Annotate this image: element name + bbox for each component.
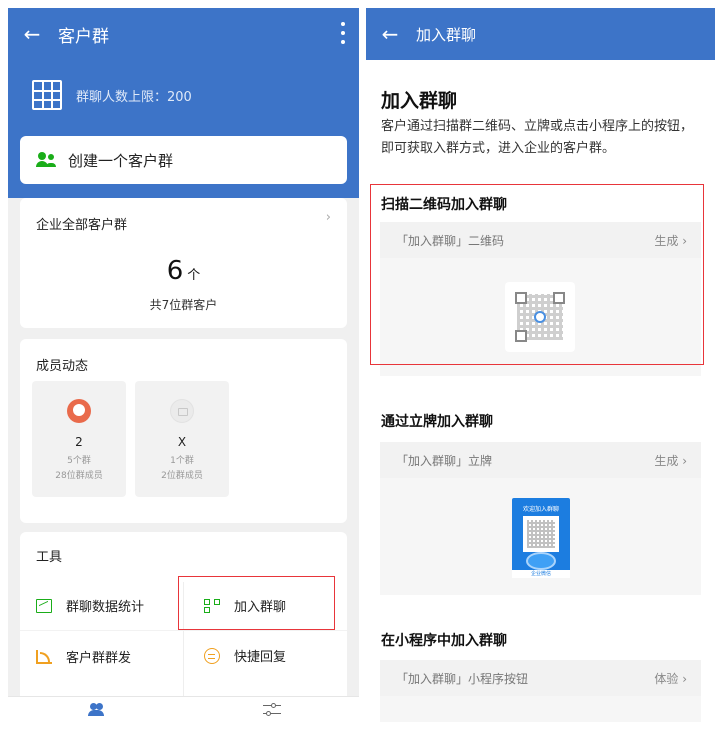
divider — [20, 630, 347, 631]
member-group-count: 1个群 — [170, 456, 194, 466]
people-icon — [36, 152, 58, 168]
member-card[interactable]: X 1个群 2位群成员 — [135, 381, 229, 497]
more-options-icon[interactable] — [341, 22, 345, 44]
panel-label: 「加入群聊」立牌 — [396, 453, 493, 468]
tool-label: 客户群群发 — [66, 651, 132, 666]
qrcode-icon — [523, 516, 559, 552]
top-bar: ← 加入群聊 — [366, 8, 715, 60]
chart-icon — [36, 598, 52, 613]
avatar — [170, 399, 194, 423]
page-description: 客户通过扫描群二维码、立牌或点击小程序上的按钮，即可获取入群方式，进入企业的客户… — [381, 119, 694, 156]
screenshot-composite: ← 客户群 群聊人数上限：200 创建一个客户群 企业全部客户群 › 6个 共7… — [0, 0, 723, 731]
group-count: 6个 — [20, 256, 347, 286]
tool-group-broadcast[interactable]: 客户群群发 — [36, 647, 131, 666]
page-title: 客户群 — [58, 26, 109, 47]
generate-link[interactable]: 生成 › — [654, 452, 687, 469]
chat-bubble-icon — [526, 552, 556, 570]
join-group-screen: ← 加入群聊 加入群聊 客户通过扫描群二维码、立牌或点击小程序上的按钮，即可获取… — [366, 8, 715, 722]
member-activity-title: 成员动态 — [36, 359, 89, 374]
standee-panel: 「加入群聊」立牌 生成 › 欢迎加入群聊 企业微信 — [380, 442, 701, 595]
try-link[interactable]: 体验 › — [654, 670, 687, 687]
miniprogram-panel: 「加入群聊」小程序按钮 体验 › — [380, 660, 701, 722]
member-member-count: 2位群成员 — [161, 471, 203, 481]
page-heading: 加入群聊 — [381, 90, 458, 112]
all-groups-title: 企业全部客户群 — [36, 218, 128, 233]
group-limit-text: 群聊人数上限：200 — [76, 89, 192, 105]
avatar — [67, 399, 91, 423]
tab-bar — [8, 696, 359, 722]
customer-groups-screen: ← 客户群 群聊人数上限：200 创建一个客户群 企业全部客户群 › 6个 共7… — [8, 8, 359, 722]
tool-label: 群聊数据统计 — [66, 600, 145, 615]
all-groups-card[interactable]: 企业全部客户群 › 6个 共7位群客户 — [20, 198, 347, 328]
section-title-standee: 通过立牌加入群聊 — [381, 414, 493, 430]
settings-icon[interactable] — [263, 701, 281, 717]
poster-footer: 企业微信 — [512, 570, 570, 578]
create-group-button[interactable]: 创建一个客户群 — [20, 136, 347, 184]
highlight-box — [178, 576, 335, 630]
member-activity-card: 成员动态 2 5个群 28位群成员 X 1个群 2位群成员 — [20, 339, 347, 523]
member-card[interactable]: 2 5个群 28位群成员 — [32, 381, 126, 497]
group-count-unit: 个 — [187, 268, 201, 283]
section-title-miniprogram: 在小程序中加入群聊 — [381, 633, 507, 649]
group-count-value: 6 — [166, 256, 184, 286]
grid-icon — [32, 80, 62, 110]
highlight-box — [370, 184, 704, 365]
tools-title: 工具 — [36, 550, 63, 565]
create-group-label: 创建一个客户群 — [68, 151, 174, 170]
customer-count: 共7位群客户 — [149, 298, 218, 312]
member-group-count: 5个群 — [67, 456, 91, 466]
panel-label: 「加入群聊」小程序按钮 — [396, 671, 529, 686]
panel-header[interactable]: 「加入群聊」小程序按钮 体验 › — [380, 660, 701, 696]
panel-header[interactable]: 「加入群聊」立牌 生成 › — [380, 442, 701, 478]
member-name: 2 — [75, 435, 83, 449]
chat-icon — [204, 647, 220, 664]
member-name: X — [177, 435, 187, 449]
tool-group-stats[interactable]: 群聊数据统计 — [36, 596, 144, 615]
member-member-count: 28位群成员 — [55, 471, 103, 481]
tool-quick-reply[interactable]: 快捷回复 — [204, 646, 286, 665]
back-arrow-icon[interactable]: ← — [370, 22, 410, 46]
top-bar: ← 客户群 — [8, 8, 359, 60]
group-limit-row: 群聊人数上限：200 — [32, 80, 192, 110]
standee-preview: 欢迎加入群聊 企业微信 — [512, 498, 570, 578]
contacts-icon[interactable] — [88, 703, 104, 717]
tool-label: 快捷回复 — [234, 650, 287, 665]
page-title: 加入群聊 — [416, 25, 477, 44]
back-arrow-icon[interactable]: ← — [12, 22, 52, 46]
poster-title: 欢迎加入群聊 — [522, 506, 559, 513]
broadcast-icon — [36, 649, 52, 664]
chevron-right-icon[interactable]: › — [326, 210, 331, 225]
